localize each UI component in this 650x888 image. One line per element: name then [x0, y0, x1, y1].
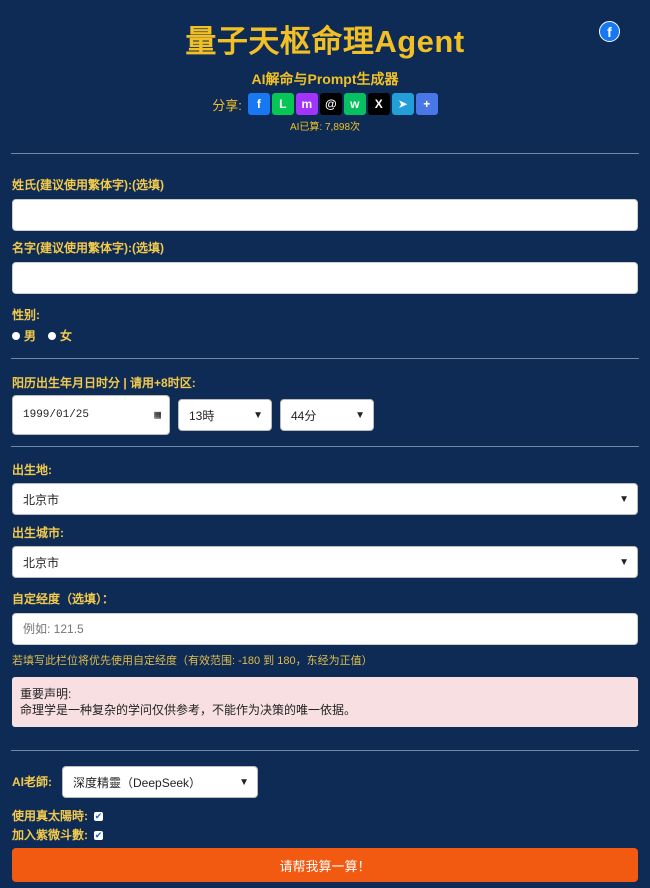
- facebook-icon[interactable]: f: [247, 93, 270, 115]
- longitude-hint: 若填写此栏位将优先使用自定经度（有效范围: -180 到 180，东经为正值）: [12, 655, 373, 667]
- ai-teacher-select[interactable]: 深度精靈（DeepSeek） ▼: [62, 766, 258, 798]
- birth-city-label: 出生城市:: [12, 526, 64, 540]
- longitude-input[interactable]: [12, 613, 638, 645]
- gender-male-radio[interactable]: 男: [12, 327, 36, 344]
- x-icon[interactable]: X: [367, 93, 390, 115]
- true-solar-time-checkbox[interactable]: ✔: [94, 811, 103, 821]
- messenger-icon[interactable]: m: [295, 93, 318, 115]
- chevron-down-icon: ▼: [619, 493, 629, 505]
- page-title: 量子天枢命理Agent: [185, 24, 465, 59]
- divider: [11, 750, 639, 751]
- chevron-down-icon: ▼: [355, 409, 365, 421]
- gender-label: 性别:: [12, 308, 40, 322]
- birth-hour-value: 13時: [189, 408, 215, 423]
- chevron-down-icon: ▼: [239, 776, 249, 788]
- birth-city-value: 北京市: [23, 555, 60, 570]
- usage-counter: AI已算: 7,898次: [289, 122, 361, 133]
- radio-icon: [12, 331, 20, 340]
- birthplace-label: 出生地:: [12, 463, 52, 477]
- divider: [11, 446, 639, 447]
- chevron-down-icon: ▼: [253, 409, 263, 421]
- birth-datetime-label: 阳历出生年月日时分 | 请用+8时区:: [12, 376, 196, 390]
- true-solar-time-label: 使用真太陽時:: [12, 809, 88, 823]
- birth-date-value: 1999/01/25: [23, 409, 90, 421]
- ziwei-label: 加入紫微斗數:: [12, 828, 88, 842]
- chevron-down-icon: ▼: [619, 556, 629, 568]
- birth-minute-value: 44分: [291, 408, 317, 423]
- disclaimer-box: 重要声明: 命理学是一种复杂的学问仅供参考，不能作为决策的唯一依据。: [12, 677, 638, 727]
- name-label: 名字(建议使用繁体字):(选填): [12, 241, 164, 255]
- longitude-label: 自定经度（选填）：: [12, 592, 115, 606]
- more-icon[interactable]: +: [415, 93, 438, 115]
- ai-teacher-value: 深度精靈（DeepSeek）: [73, 775, 202, 790]
- birth-date-input[interactable]: 1999/01/25 ▦: [12, 395, 170, 435]
- birth-hour-select[interactable]: 13時 ▼: [178, 399, 272, 431]
- gender-female-label: 女: [60, 329, 73, 343]
- name-input[interactable]: [12, 262, 638, 294]
- threads-icon[interactable]: @: [319, 93, 342, 115]
- page-subtitle: AI解命与Prompt生成器: [251, 71, 399, 87]
- surname-label: 姓氏(建议使用繁体字):(选填): [12, 178, 164, 192]
- facebook-corner-icon[interactable]: f: [599, 21, 620, 42]
- gender-female-radio[interactable]: 女: [48, 327, 72, 344]
- birth-minute-select[interactable]: 44分 ▼: [280, 399, 374, 431]
- line-icon[interactable]: L: [271, 93, 294, 115]
- wechat-icon[interactable]: w: [343, 93, 366, 115]
- submit-button[interactable]: 请帮我算一算！: [12, 848, 638, 882]
- share-bar: 分享: f Lm @ w X ➤ +: [0, 92, 650, 116]
- birthplace-value: 北京市: [23, 492, 60, 507]
- birth-city-select[interactable]: 北京市 ▼: [12, 546, 638, 578]
- radio-icon: [48, 331, 57, 340]
- divider: [11, 358, 639, 359]
- ai-teacher-label: AI老師:: [12, 775, 52, 789]
- disclaimer-title: 重要声明:: [20, 687, 72, 701]
- share-label: 分享:: [212, 97, 242, 113]
- ziwei-checkbox[interactable]: ✔: [94, 830, 103, 840]
- gender-male-label: 男: [24, 329, 37, 343]
- birthplace-select[interactable]: 北京市 ▼: [12, 483, 638, 515]
- divider: [11, 153, 639, 154]
- telegram-icon[interactable]: ➤: [391, 93, 414, 115]
- disclaimer-body: 命理学是一种复杂的学问仅供参考，不能作为决策的唯一依据。: [20, 703, 357, 717]
- surname-input[interactable]: [12, 199, 638, 231]
- calendar-icon[interactable]: ▦: [154, 408, 161, 422]
